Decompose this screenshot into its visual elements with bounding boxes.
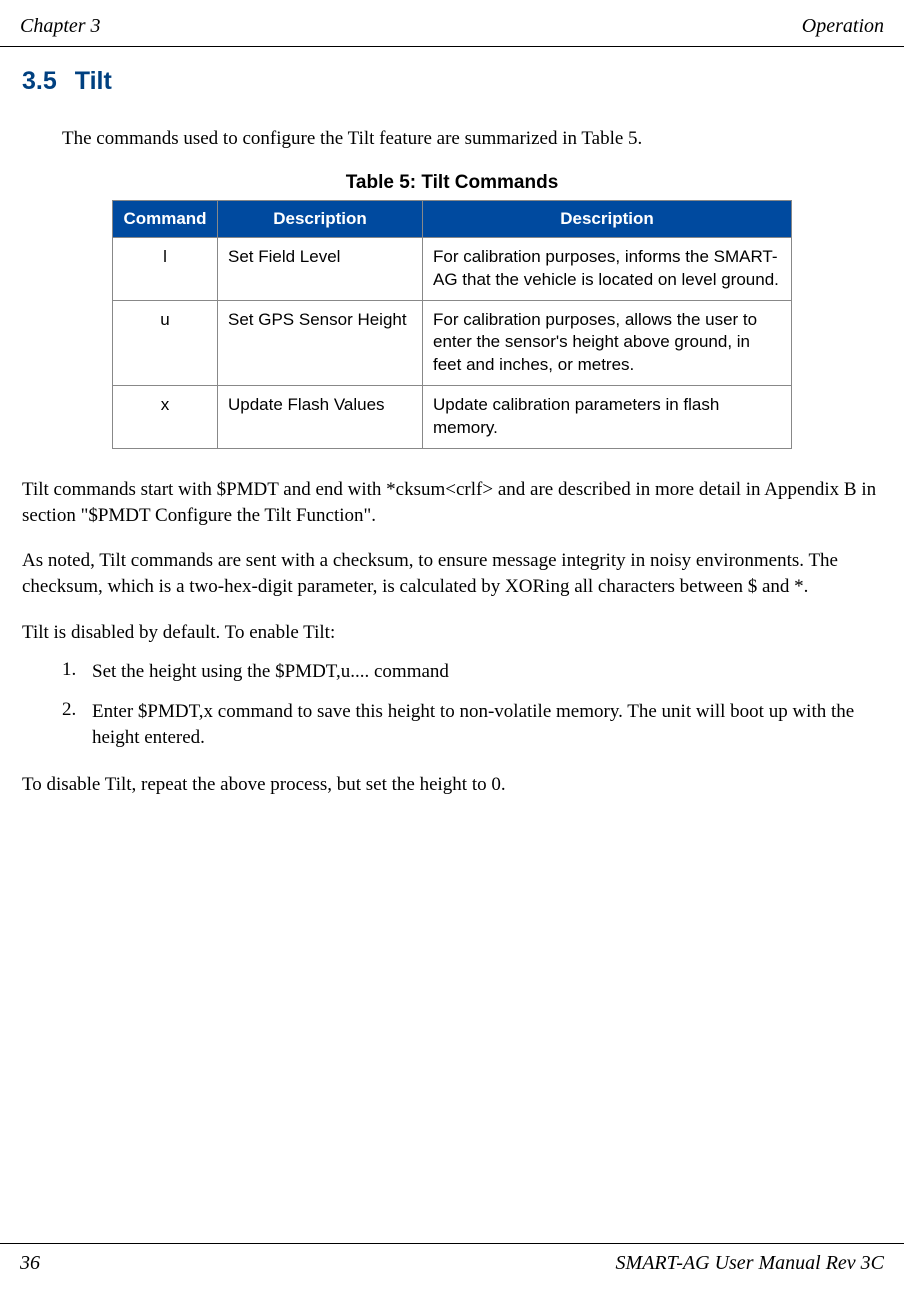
table-container: Command Description Description l Set Fi… — [22, 200, 882, 450]
page-footer: 36 SMART-AG User Manual Rev 3C — [0, 1243, 904, 1275]
paragraph-4: To disable Tilt, repeat the above proces… — [22, 772, 882, 798]
list-text: Enter $PMDT,x command to save this heigh… — [92, 699, 882, 750]
section-number: 3.5 — [22, 67, 57, 96]
chapter-label: Chapter 3 — [20, 15, 101, 38]
paragraph-3: Tilt is disabled by default. To enable T… — [22, 620, 882, 646]
page-header: Chapter 3 Operation — [0, 0, 904, 47]
tilt-commands-table: Command Description Description l Set Fi… — [112, 200, 792, 450]
paragraph-1: Tilt commands start with $PMDT and end w… — [22, 477, 882, 528]
intro-paragraph: The commands used to configure the Tilt … — [22, 126, 882, 152]
table-cell: Update Flash Values — [218, 386, 423, 449]
manual-title: SMART-AG User Manual Rev 3C — [616, 1252, 884, 1275]
table-cell: l — [113, 237, 218, 300]
page-number: 36 — [20, 1252, 40, 1275]
page-content: 3.5 Tilt The commands used to configure t… — [0, 47, 904, 838]
list-item: 2. Enter $PMDT,x command to save this he… — [22, 699, 882, 750]
table-cell: u — [113, 300, 218, 386]
section-title: Tilt — [75, 67, 112, 95]
table-cell: Set Field Level — [218, 237, 423, 300]
table-cell: Update calibration parameters in flash m… — [423, 386, 792, 449]
paragraph-2: As noted, Tilt commands are sent with a … — [22, 548, 882, 599]
chapter-title: Operation — [802, 15, 884, 38]
list-number: 2. — [62, 699, 92, 750]
list-number: 1. — [62, 659, 92, 685]
table-cell: For calibration purposes, informs the SM… — [423, 237, 792, 300]
table-header-desc1: Description — [218, 200, 423, 237]
table-cell: Set GPS Sensor Height — [218, 300, 423, 386]
table-caption: Table 5: Tilt Commands — [22, 172, 882, 194]
table-row: u Set GPS Sensor Height For calibration … — [113, 300, 792, 386]
list-text: Set the height using the $PMDT,u.... com… — [92, 659, 882, 685]
table-header-desc2: Description — [423, 200, 792, 237]
section-heading: 3.5 Tilt — [22, 67, 882, 96]
table-row: x Update Flash Values Update calibration… — [113, 386, 792, 449]
table-cell: For calibration purposes, allows the use… — [423, 300, 792, 386]
table-header-command: Command — [113, 200, 218, 237]
table-cell: x — [113, 386, 218, 449]
list-item: 1. Set the height using the $PMDT,u.... … — [22, 659, 882, 685]
table-row: l Set Field Level For calibration purpos… — [113, 237, 792, 300]
